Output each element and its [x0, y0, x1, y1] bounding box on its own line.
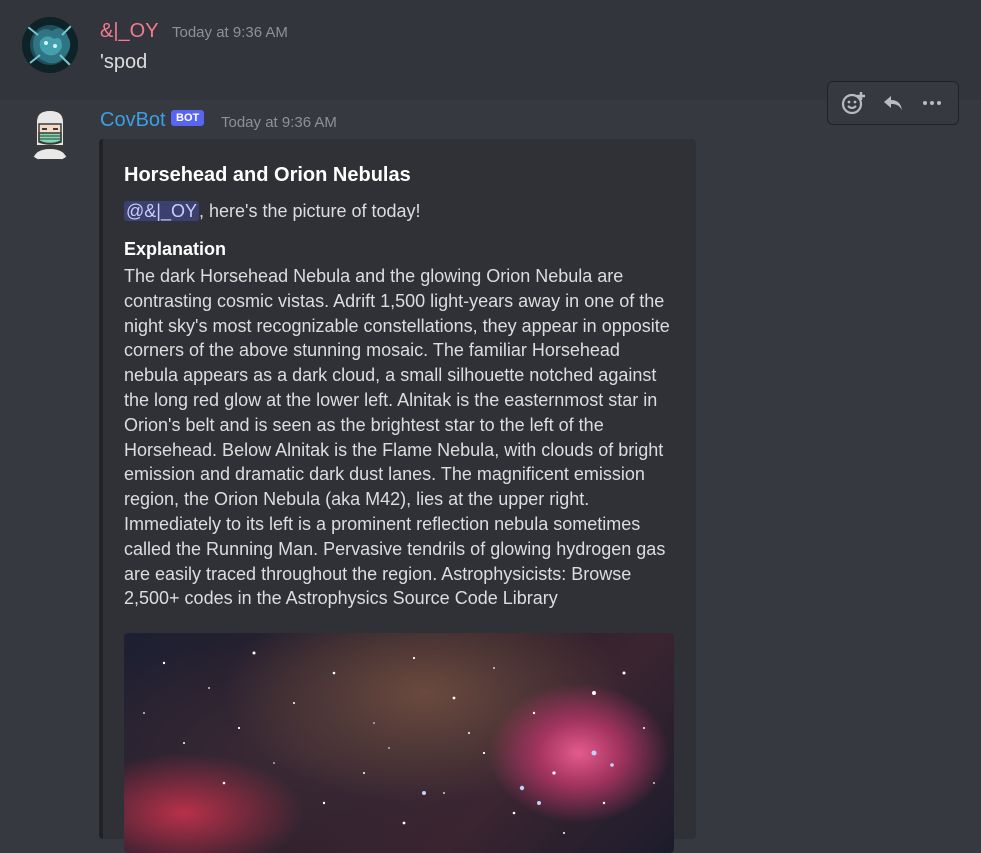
embed-image[interactable]: [124, 633, 674, 853]
user-mention[interactable]: @&|_OY: [124, 201, 199, 221]
mention-suffix: , here's the picture of today!: [198, 201, 421, 221]
username[interactable]: &|_OY: [100, 20, 159, 43]
avatar-image: [22, 106, 78, 162]
embed-description: @&|_OY, here's the picture of today!: [124, 201, 421, 222]
embed: Horsehead and Orion Nebulas @&|_OY, here…: [99, 139, 696, 853]
bot-avatar[interactable]: [22, 106, 78, 162]
embed-title: Horsehead and Orion Nebulas: [124, 164, 411, 186]
username[interactable]: CovBot: [100, 109, 166, 132]
embed-field-value: The dark Horsehead Nebula and the glowin…: [124, 266, 670, 609]
nebula-stars: [143, 651, 655, 834]
avatar-image: [22, 17, 78, 73]
user-avatar[interactable]: [22, 17, 78, 73]
message-1[interactable]: &|_OY Today at 9:36 AM 'spod: [0, 0, 981, 125]
bot-tag: BOT: [171, 110, 205, 126]
timestamp: Today at 9:36 AM: [221, 114, 337, 131]
embed-field-name: Explanation: [124, 239, 227, 259]
message-content: 'spod: [100, 51, 148, 73]
timestamp: Today at 9:36 AM: [172, 24, 288, 41]
